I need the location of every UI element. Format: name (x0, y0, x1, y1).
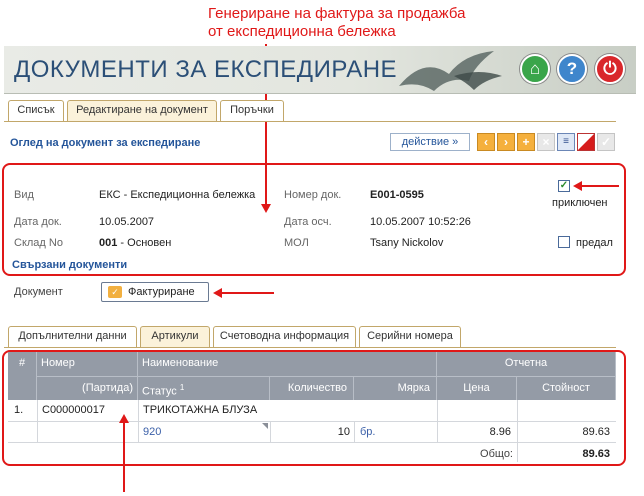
col-header-batch: (Партида) (37, 376, 138, 400)
grid-line (354, 421, 355, 442)
tab-orders[interactable]: Поръчки (220, 100, 284, 121)
type-value: ЕКС - Експедиционна бележка (99, 189, 256, 201)
tab-list[interactable]: Списък (8, 100, 64, 121)
related-documents-link[interactable]: Свързани документи (12, 259, 127, 271)
invoice-icon: ✓ (108, 286, 122, 298)
col-header-status-footnote: 1 (179, 383, 185, 392)
plus-icon: + (522, 135, 530, 149)
row-status[interactable]: 920 (143, 422, 161, 442)
checkmark-icon: ✓ (600, 135, 612, 149)
col-header-status-label: Статус (142, 385, 177, 398)
posted-date-value: 10.05.2007 10:52:26 (370, 216, 471, 228)
col-header-hash: # (8, 352, 37, 400)
confirm-button[interactable]: ✓ (597, 133, 615, 151)
tab-edit-document[interactable]: Редактиране на документ (67, 100, 217, 121)
close-icon: × (542, 135, 550, 149)
annotation-arrowhead-invoicing (213, 288, 222, 298)
posted-date-label: Дата осч. (284, 216, 332, 228)
submitted-label: предал (576, 237, 613, 249)
annotation-line-1: Генериране на фактура за продажба (208, 5, 466, 22)
col-header-unit: Мярка (354, 376, 437, 400)
birds-decoration (399, 51, 502, 91)
prev-button[interactable]: ‹ (477, 133, 495, 151)
help-icon: ? (566, 59, 578, 78)
power-icon: ⏻ (603, 59, 617, 78)
annotation-arrowhead-bottom (119, 414, 129, 423)
invoicing-button-label: Фактуриране (128, 286, 195, 298)
status-corner-marker (262, 423, 268, 429)
number-label: Номер док. (284, 189, 342, 201)
section-title: Оглед на документ за експедиране (10, 137, 201, 149)
grid-line (138, 400, 139, 442)
action-dropdown-button[interactable]: действие » (390, 133, 470, 151)
print-button[interactable]: ≡ (557, 133, 575, 151)
warehouse-value: 001 - Основен (99, 237, 171, 249)
annotation-line-2: от експедиционна бележка (208, 23, 396, 40)
grid-line (8, 442, 616, 443)
cancel-document-button[interactable] (577, 133, 595, 151)
col-header-name: Наименование (138, 352, 437, 376)
submitted-checkbox[interactable] (558, 236, 570, 248)
invoicing-button[interactable]: ✓ Фактуриране (101, 282, 209, 302)
annotation-arrow-bottom (123, 422, 125, 492)
print-icon: ≡ (563, 136, 569, 147)
total-value: 89.63 (582, 448, 610, 460)
subtab-accounting-info[interactable]: Счетоводна информация (213, 326, 356, 347)
date-label: Дата док. (14, 216, 62, 228)
subtab-serial-numbers[interactable]: Серийни номера (359, 326, 461, 347)
mol-label: МОЛ (284, 237, 309, 249)
warehouse-name: - Основен (117, 237, 172, 249)
col-header-report: Отчетна (437, 352, 616, 376)
row-price: 8.96 (489, 426, 511, 438)
next-button[interactable]: › (497, 133, 515, 151)
col-header-value: Стойност (517, 376, 616, 400)
annotation-arrowhead-checkbox (573, 181, 582, 191)
number-value: E001-0595 (370, 189, 424, 201)
delete-button[interactable]: × (537, 133, 555, 151)
date-value: 10.05.2007 (99, 216, 155, 228)
col-header-status: Статус 1 (138, 376, 270, 400)
add-button[interactable]: + (517, 133, 535, 151)
grid-line (37, 400, 38, 442)
help-button[interactable]: ? (557, 54, 587, 84)
chevron-left-icon: ‹ (484, 135, 488, 149)
row-qty: 10 (337, 426, 350, 438)
closed-label: приключен (552, 197, 608, 209)
type-label: Вид (14, 189, 34, 201)
subtab-articles[interactable]: Артикули (140, 326, 210, 347)
chevron-right-icon: › (504, 135, 508, 149)
subtabs-divider (4, 347, 616, 348)
warehouse-label: Склад No (14, 237, 63, 249)
row-index: 1. (14, 404, 24, 416)
row-item-name: ТРИКОТАЖНА БЛУЗА (143, 404, 258, 416)
page-title: ДОКУМЕНТИ ЗА ЕКСПЕДИРАНЕ (14, 56, 398, 83)
tabs-divider (4, 121, 616, 122)
subtab-additional-data[interactable]: Допълнителни данни (8, 326, 137, 347)
row-unit: бр. (360, 426, 376, 438)
logout-button[interactable]: ⏻ (595, 54, 625, 84)
total-label: Общо: (480, 448, 513, 460)
annotation-arrow-invoicing (222, 292, 274, 294)
mol-value: Tsany Nickolov (370, 237, 444, 249)
closed-checkbox[interactable]: ✓ (558, 180, 570, 192)
annotation-arrow-checkbox (581, 185, 619, 187)
col-header-price: Цена (437, 376, 517, 400)
warehouse-code: 001 (99, 237, 118, 249)
home-icon: ⌂ (529, 59, 541, 78)
home-button[interactable]: ⌂ (520, 54, 550, 84)
app-header: ДОКУМЕНТИ ЗА ЕКСПЕДИРАНЕ ⌂ ? ⏻ (4, 46, 636, 94)
col-header-number: Номер (37, 352, 138, 376)
col-header-qty: Количество (270, 376, 354, 400)
document-label: Документ (14, 286, 63, 298)
row-item-number: C000000017 (42, 404, 106, 416)
row-value: 89.63 (582, 426, 610, 438)
